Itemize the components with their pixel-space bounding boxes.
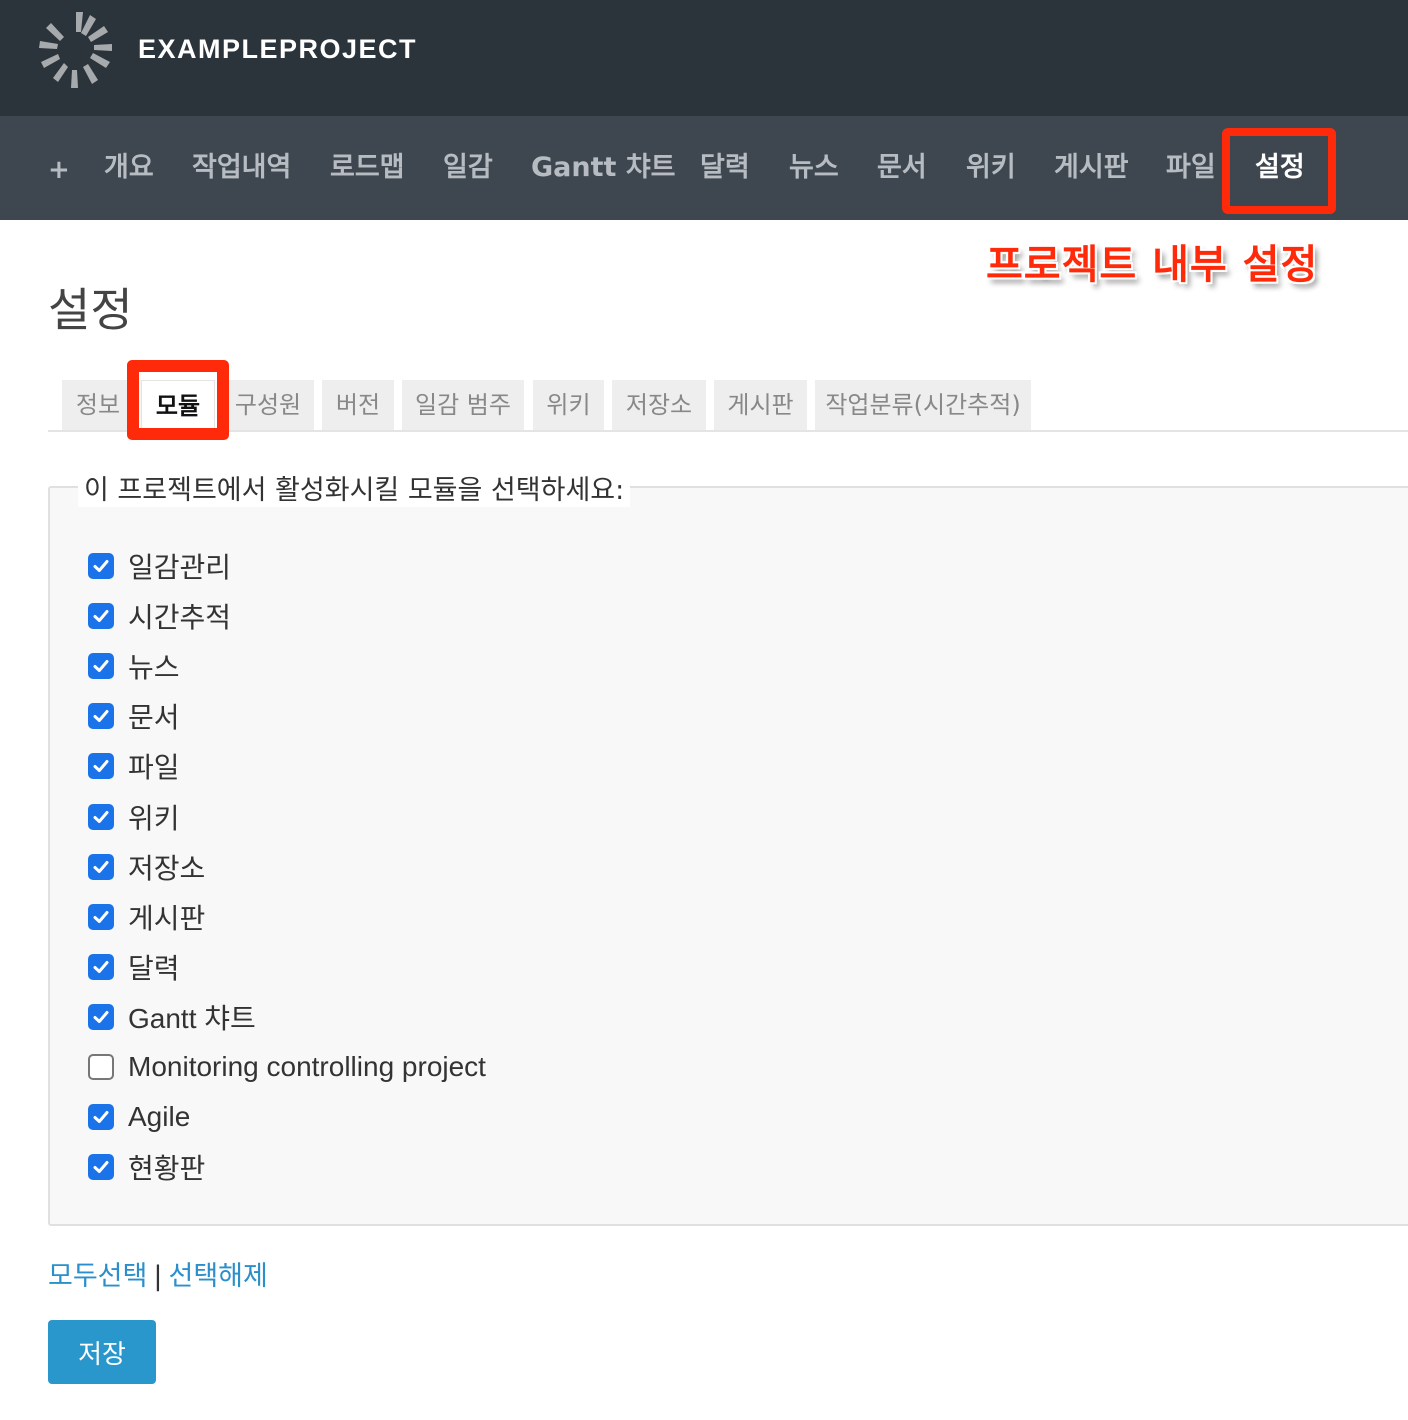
tab-boards[interactable]: 게시판 xyxy=(714,380,807,430)
module-label[interactable]: Monitoring controlling project xyxy=(128,1051,486,1083)
module-row[interactable]: 일감관리 xyxy=(88,546,231,586)
checkmark-icon xyxy=(93,660,109,672)
menu-item-documents[interactable]: 문서 xyxy=(877,150,927,186)
menu-item-issues[interactable]: 일감 xyxy=(443,150,493,186)
uncheck-all-link[interactable]: 선택해제 xyxy=(168,1261,267,1292)
module-label[interactable]: 현황판 xyxy=(128,1147,205,1187)
module-label[interactable]: 위키 xyxy=(128,797,180,837)
module-row[interactable]: 위키 xyxy=(88,797,180,837)
menu-item-news[interactable]: 뉴스 xyxy=(789,150,839,186)
menu-item-gantt[interactable]: Gantt 챠트 xyxy=(531,150,676,186)
checkbox-checked[interactable] xyxy=(88,854,114,880)
checkmark-icon xyxy=(93,961,109,973)
page-title: 설정 xyxy=(48,283,133,337)
checkbox-checked[interactable] xyxy=(88,1104,114,1130)
module-label[interactable]: 뉴스 xyxy=(128,646,180,686)
module-row[interactable]: 문서 xyxy=(88,696,180,736)
checkbox-checked[interactable] xyxy=(88,703,114,729)
module-label[interactable]: 저장소 xyxy=(128,847,205,887)
tab-info[interactable]: 정보 xyxy=(62,380,134,430)
module-row[interactable]: Agile xyxy=(88,1097,190,1137)
modules-tab-highlight-box xyxy=(127,360,229,440)
module-label[interactable]: 문서 xyxy=(128,696,180,736)
checkmark-icon xyxy=(93,610,109,622)
tab-issue-categories[interactable]: 일감 범주 xyxy=(402,380,524,430)
menu-item-boards[interactable]: 게시판 xyxy=(1054,150,1129,186)
module-row[interactable]: 파일 xyxy=(88,746,180,786)
checkbox-checked[interactable] xyxy=(88,653,114,679)
menu-item-roadmap[interactable]: 로드맵 xyxy=(330,150,405,186)
menu-item-wiki[interactable]: 위키 xyxy=(966,150,1016,186)
tab-members[interactable]: 구성원 xyxy=(222,380,314,430)
top-header: EXAMPLEPROJECT xyxy=(0,0,1408,116)
redmine-gear-logo-icon[interactable] xyxy=(36,10,116,90)
select-links: 모두선택 | 선택해제 xyxy=(48,1254,268,1293)
menu-item-activity[interactable]: 작업내역 xyxy=(192,150,291,186)
checkmark-icon xyxy=(93,760,109,772)
annotation-project-settings: 프로젝트 내부 설정 xyxy=(986,242,1319,288)
module-row[interactable]: 현황판 xyxy=(88,1147,205,1187)
module-row[interactable]: 게시판 xyxy=(88,897,205,937)
checkmark-icon xyxy=(93,811,109,823)
link-separator: | xyxy=(153,1261,163,1292)
module-label[interactable]: 달력 xyxy=(128,947,180,987)
new-object-plus-button[interactable]: + xyxy=(48,152,70,188)
checkbox-checked[interactable] xyxy=(88,553,114,579)
checkmark-icon xyxy=(93,1161,109,1173)
checkbox-checked[interactable] xyxy=(88,603,114,629)
module-label[interactable]: 파일 xyxy=(128,746,180,786)
module-row[interactable]: Monitoring controlling project xyxy=(88,1047,486,1087)
module-row[interactable]: 시간추적 xyxy=(88,596,231,636)
checkmark-icon xyxy=(93,710,109,722)
module-label[interactable]: 시간추적 xyxy=(128,596,231,636)
checkmark-icon xyxy=(93,1011,109,1023)
checkbox-checked[interactable] xyxy=(88,904,114,930)
module-row[interactable]: 뉴스 xyxy=(88,646,180,686)
checkmark-icon xyxy=(93,911,109,923)
menu-item-overview[interactable]: 개요 xyxy=(104,150,154,186)
checkbox-checked[interactable] xyxy=(88,1154,114,1180)
menu-item-files[interactable]: 파일 xyxy=(1166,150,1216,186)
tab-repositories[interactable]: 저장소 xyxy=(612,380,706,430)
checkmark-icon xyxy=(93,1111,109,1123)
checkbox-checked[interactable] xyxy=(88,753,114,779)
tabs-divider xyxy=(48,430,1408,432)
tab-wiki[interactable]: 위키 xyxy=(533,380,604,430)
tab-versions[interactable]: 버전 xyxy=(322,380,394,430)
checkbox-unchecked[interactable] xyxy=(88,1054,114,1080)
menu-item-calendar[interactable]: 달력 xyxy=(700,150,750,186)
modules-fieldset xyxy=(48,486,1408,1226)
save-button[interactable]: 저장 xyxy=(48,1320,156,1384)
module-label[interactable]: Gantt 챠트 xyxy=(128,997,256,1037)
settings-highlight-box xyxy=(1222,128,1336,214)
checkbox-checked[interactable] xyxy=(88,1004,114,1030)
tab-activities-time-tracking[interactable]: 작업분류(시간추적) xyxy=(815,380,1031,430)
project-name[interactable]: EXAMPLEPROJECT xyxy=(138,34,417,65)
checkbox-checked[interactable] xyxy=(88,804,114,830)
checkbox-checked[interactable] xyxy=(88,954,114,980)
module-label[interactable]: Agile xyxy=(128,1101,190,1133)
checkmark-icon xyxy=(93,560,109,572)
module-row[interactable]: 저장소 xyxy=(88,847,205,887)
main-menu: + 개요 작업내역 로드맵 일감 Gantt 챠트 달력 뉴스 문서 위키 게시… xyxy=(0,116,1408,220)
checkmark-icon xyxy=(93,861,109,873)
module-label[interactable]: 일감관리 xyxy=(128,546,231,586)
check-all-link[interactable]: 모두선택 xyxy=(48,1261,147,1292)
module-label[interactable]: 게시판 xyxy=(128,897,205,937)
module-row[interactable]: 달력 xyxy=(88,947,180,987)
modules-legend: 이 프로젝트에서 활성화시킬 모듈을 선택하세요: xyxy=(78,468,631,507)
module-row[interactable]: Gantt 챠트 xyxy=(88,997,256,1037)
